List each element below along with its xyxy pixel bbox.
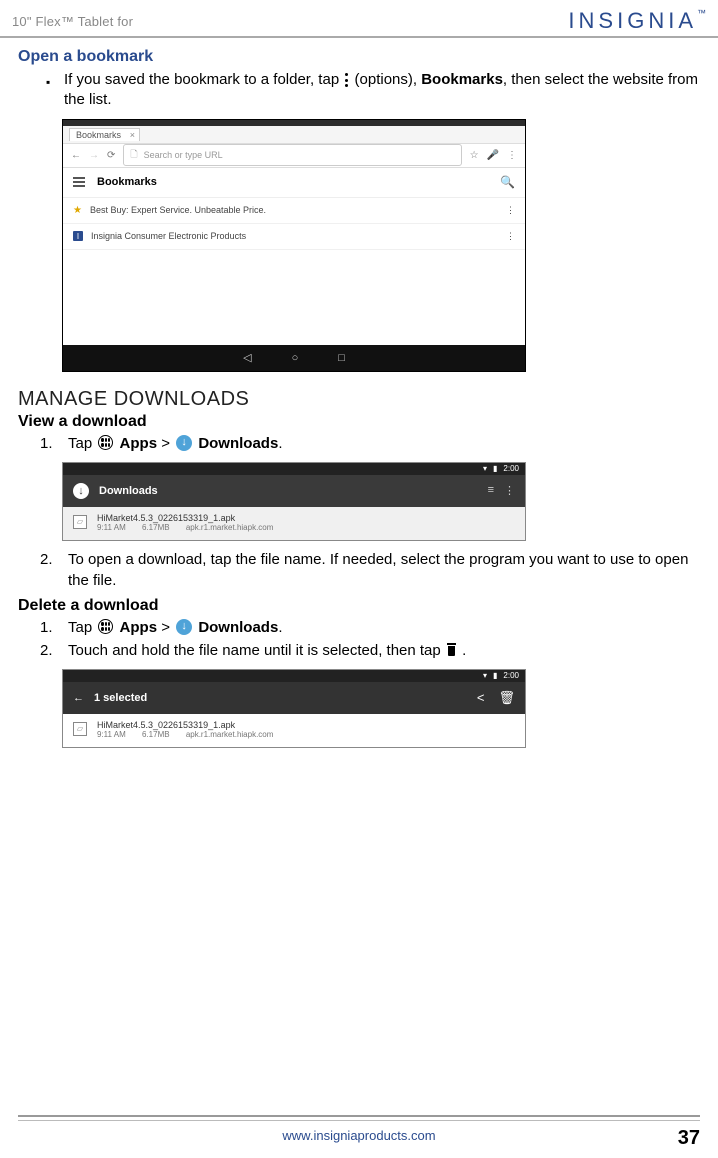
download-item[interactable]: ▱ HiMarket4.5.3_0226153319_1.apk 9:11 AM… — [63, 507, 525, 540]
favicon-icon: I — [73, 231, 83, 241]
text-segment: (options), — [355, 71, 422, 88]
wifi-icon: ▾ — [483, 671, 487, 680]
delete-screenshot: ▾ ▮ 2:00 ← 1 selected < 🗑 ▱ HiMarket4.5.… — [62, 669, 526, 748]
battery-icon: ▮ — [493, 464, 497, 473]
manage-downloads-heading: MANAGE DOWNLOADS — [18, 388, 700, 411]
bookmark-title: Insignia Consumer Electronic Products — [91, 231, 246, 241]
footer-link[interactable]: www.insigniaproducts.com — [282, 1128, 435, 1143]
share-icon[interactable]: < — [477, 690, 485, 706]
text-segment: > — [161, 435, 174, 452]
selection-count: 1 selected — [94, 692, 147, 704]
browser-tab[interactable]: Bookmarks × — [69, 128, 140, 141]
clock: 2:00 — [503, 464, 519, 473]
tab-title: Bookmarks — [76, 130, 121, 140]
delete-download-heading: Delete a download — [18, 597, 700, 615]
text-segment: Touch and hold the file name until it is… — [68, 642, 445, 659]
back-icon[interactable]: ← — [73, 692, 84, 704]
download-item[interactable]: ▱ HiMarket4.5.3_0226153319_1.apk 9:11 AM… — [63, 714, 525, 747]
battery-icon: ▮ — [493, 671, 497, 680]
file-meta: 9:11 AM 6.17MB apk.r1.market.hiapk.com — [97, 730, 287, 739]
text-segment: . — [278, 435, 282, 452]
bookmarks-screenshot: Bookmarks × ← → ⟳ 🗋 Search or type URL ☆… — [62, 119, 526, 372]
star-icon[interactable]: ☆ — [470, 150, 479, 161]
step-1: 1. Tap Apps > ↓ Downloads. — [18, 433, 700, 454]
close-icon[interactable]: × — [130, 130, 135, 140]
brand-logo: INSIGNIA™ — [568, 8, 706, 34]
downloads-word: Downloads — [198, 435, 278, 452]
bullet-icon: ▪ — [46, 70, 64, 111]
text-segment: > — [161, 619, 174, 636]
text-segment: . — [278, 619, 282, 636]
menu-icon[interactable] — [73, 175, 85, 189]
options-icon[interactable]: ⋮ — [506, 205, 515, 216]
file-meta: 9:11 AM 6.17MB apk.r1.market.hiapk.com — [97, 523, 287, 532]
browser-toolbar: ← → ⟳ 🗋 Search or type URL ☆ 🎤 ⋮ — [63, 144, 525, 168]
url-placeholder: Search or type URL — [144, 150, 223, 160]
bookmark-item[interactable]: I Insignia Consumer Electronic Products … — [63, 224, 525, 250]
page-content: Open a bookmark ▪ If you saved the bookm… — [0, 38, 718, 748]
text-segment: . — [462, 642, 466, 659]
step-1: 1. Tap Apps > ↓ Downloads. — [18, 617, 700, 638]
text-segment: Tap — [68, 435, 96, 452]
bookmarks-word: Bookmarks — [421, 71, 503, 88]
android-navbar: ◁ ○ □ — [63, 345, 525, 371]
bookmark-item[interactable]: ★ Best Buy: Expert Service. Unbeatable P… — [63, 198, 525, 224]
back-icon[interactable]: ← — [71, 150, 81, 161]
downloads-screenshot: ▾ ▮ 2:00 ↓ Downloads ≡ ⋮ ▱ HiMarket4.5.3… — [62, 462, 526, 541]
text-segment: Tap — [68, 619, 96, 636]
bookmark-title: Best Buy: Expert Service. Unbeatable Pri… — [90, 205, 266, 215]
open-bookmark-bullet: ▪ If you saved the bookmark to a folder,… — [18, 70, 700, 111]
file-icon: ▱ — [73, 722, 87, 736]
product-name: 10" Flex™ Tablet for — [12, 14, 133, 29]
apps-word: Apps — [120, 435, 158, 452]
page-footer: www.insigniaproducts.com — [18, 1109, 700, 1144]
mic-icon[interactable]: 🎤 — [487, 150, 499, 161]
text-segment: If you saved the bookmark to a folder, t… — [64, 71, 343, 88]
downloads-word: Downloads — [198, 619, 278, 636]
appbar-title: Downloads — [99, 485, 158, 497]
refresh-icon[interactable]: ⟳ — [107, 150, 115, 161]
lock-icon: 🗋 — [130, 147, 137, 163]
view-download-heading: View a download — [18, 413, 700, 431]
clock: 2:00 — [503, 671, 519, 680]
trash-icon[interactable]: 🗑 — [498, 690, 515, 706]
downloads-appbar: ↓ Downloads ≡ ⋮ — [63, 475, 525, 507]
page-header: 10" Flex™ Tablet for INSIGNIA™ — [0, 0, 718, 38]
page-number: 37 — [678, 1127, 700, 1150]
status-bar: ▾ ▮ 2:00 — [63, 670, 525, 682]
home-icon[interactable]: ○ — [292, 352, 299, 364]
step-text: To open a download, tap the file name. I… — [68, 549, 700, 591]
options-icon[interactable]: ⋮ — [506, 231, 515, 242]
browser-tabbar: Bookmarks × — [63, 126, 525, 144]
options-icon — [345, 73, 348, 87]
step-2: 2. Touch and hold the file name until it… — [18, 640, 700, 661]
trash-icon — [446, 643, 457, 657]
open-bookmark-heading: Open a bookmark — [18, 48, 700, 66]
status-bar: ▾ ▮ 2:00 — [63, 463, 525, 475]
file-icon: ▱ — [73, 515, 87, 529]
step-2: 2. To open a download, tap the file name… — [18, 549, 700, 591]
back-icon[interactable]: ◁ — [243, 351, 251, 364]
search-icon[interactable]: 🔍 — [500, 175, 515, 189]
apps-icon — [98, 435, 113, 450]
downloads-icon: ↓ — [176, 619, 192, 635]
file-name: HiMarket4.5.3_0226153319_1.apk — [97, 513, 287, 523]
selection-appbar: ← 1 selected < 🗑 — [63, 682, 525, 714]
downloads-icon: ↓ — [176, 435, 192, 451]
options-icon[interactable]: ⋮ — [507, 150, 517, 161]
apps-icon — [98, 619, 113, 634]
bookmarks-title: Bookmarks — [97, 176, 157, 188]
recent-icon[interactable]: □ — [338, 352, 345, 364]
star-icon: ★ — [73, 205, 82, 216]
apps-word: Apps — [120, 619, 158, 636]
url-bar[interactable]: 🗋 Search or type URL — [123, 144, 461, 166]
forward-icon[interactable]: → — [89, 150, 99, 161]
file-name: HiMarket4.5.3_0226153319_1.apk — [97, 720, 287, 730]
sort-icon[interactable]: ≡ — [488, 484, 494, 497]
options-icon[interactable]: ⋮ — [504, 484, 515, 497]
downloads-icon: ↓ — [73, 483, 89, 499]
bookmarks-header: Bookmarks 🔍 — [63, 168, 525, 198]
wifi-icon: ▾ — [483, 464, 487, 473]
